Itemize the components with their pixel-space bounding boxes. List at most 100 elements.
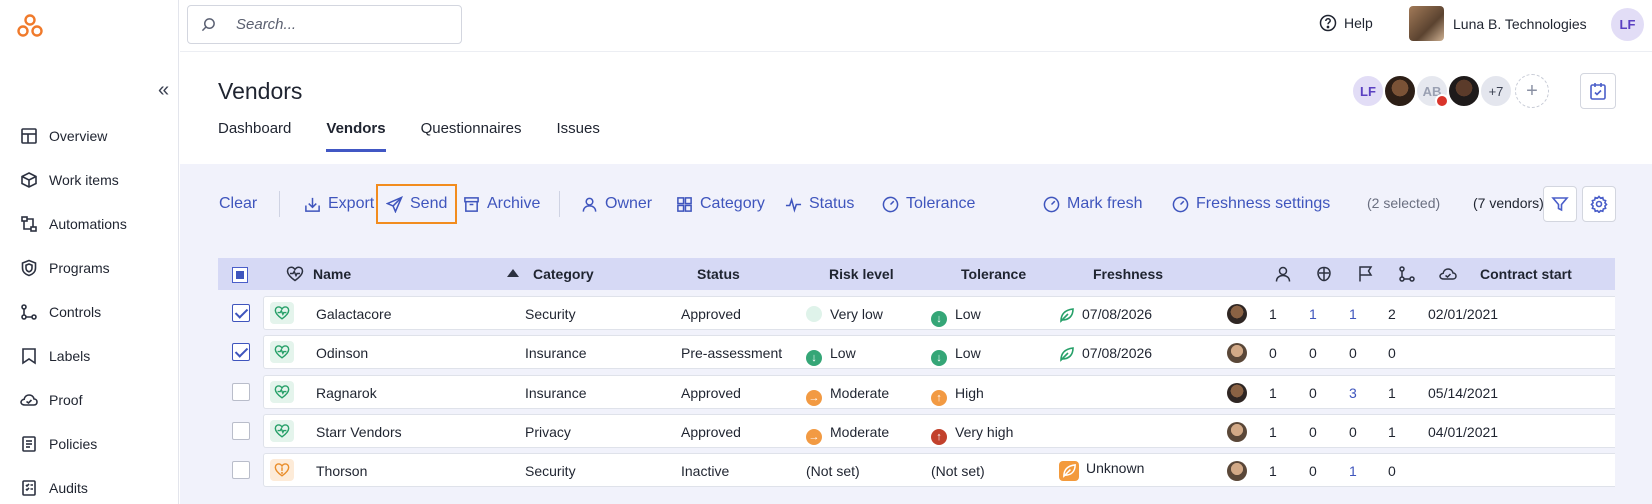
sidebar-item-overview[interactable]: Overview — [20, 114, 170, 158]
table-row[interactable]: Thorson Security Inactive (Not set) (Not… — [218, 453, 1615, 487]
status-label: Status — [809, 195, 855, 212]
sidebar-item-automations[interactable]: Automations — [20, 202, 170, 246]
issue-count: 0 — [1309, 463, 1317, 479]
row-body[interactable]: Thorson Security Inactive (Not set) (Not… — [263, 453, 1615, 487]
row-body[interactable]: Odinson Insurance Pre-assessment ↓ Low ↓ L… — [263, 335, 1615, 369]
export-button[interactable]: Export — [304, 184, 374, 224]
risk-very-low-icon — [806, 306, 822, 322]
collapse-sidebar-button[interactable]: « — [158, 80, 169, 100]
freshness-settings-button[interactable]: Freshness settings — [1172, 184, 1330, 224]
contract-start: 05/14/2021 — [1428, 385, 1499, 401]
vendor-health-icon — [270, 420, 294, 442]
avatar[interactable]: AB — [1415, 74, 1449, 108]
clear-button[interactable]: Clear — [219, 184, 257, 224]
vendor-name[interactable]: Odinson — [316, 345, 368, 361]
questionnaire-count: 0 — [1269, 345, 1277, 361]
column-header-risk-level[interactable]: Risk level — [829, 266, 894, 282]
vendor-name[interactable]: Galactacore — [316, 306, 391, 322]
sidebar-item-label: Labels — [49, 348, 91, 364]
vendor-name[interactable]: Starr Vendors — [316, 424, 402, 440]
vendor-name[interactable]: Thorson — [316, 463, 367, 479]
avatar[interactable] — [1447, 74, 1481, 108]
owner-button[interactable]: Owner — [581, 184, 652, 224]
row-checkbox[interactable] — [232, 461, 250, 479]
row-body[interactable]: Ragnarok Insurance Approved → Moderate ↑ H… — [263, 375, 1615, 409]
org-switcher[interactable]: Luna B. Technologies — [1409, 6, 1587, 41]
vendor-name[interactable]: Ragnarok — [316, 385, 377, 401]
sidebar-item-proof[interactable]: Proof — [20, 378, 170, 422]
help-icon — [1319, 14, 1337, 32]
table-row[interactable]: Starr Vendors Privacy Approved → Moderate… — [218, 414, 1615, 448]
sidebar-item-work-items[interactable]: Work items — [20, 158, 170, 202]
mark-fresh-button[interactable]: Mark fresh — [1043, 184, 1143, 224]
search-box[interactable] — [187, 5, 462, 44]
column-header-category[interactable]: Category — [533, 266, 594, 282]
issue-count[interactable]: 1 — [1309, 306, 1317, 322]
sort-ascending-icon[interactable] — [507, 269, 519, 277]
category-button[interactable]: Category — [676, 184, 765, 224]
sidebar-item-labels[interactable]: Labels — [20, 334, 170, 378]
tolerance-button[interactable]: Tolerance — [882, 184, 975, 224]
avatar[interactable]: LF — [1351, 74, 1385, 108]
control-count[interactable]: 1 — [1349, 306, 1357, 322]
row-checkbox[interactable] — [232, 304, 250, 322]
vendor-category: Insurance — [525, 345, 587, 361]
work-items-icon — [21, 172, 37, 188]
table-row[interactable]: Galactacore Security Approved Very low ↓… — [218, 296, 1615, 330]
automations-icon — [21, 216, 37, 232]
sidebar-item-programs[interactable]: Programs — [20, 246, 170, 290]
tab-vendors[interactable]: Vendors — [326, 120, 386, 152]
column-header-status[interactable]: Status — [697, 266, 740, 282]
sidebar-item-label: Audits — [49, 480, 88, 496]
owner-avatar[interactable] — [1227, 343, 1247, 363]
control-count[interactable]: 3 — [1349, 385, 1357, 401]
freshness-date: 07/08/2026 — [1082, 345, 1153, 361]
table-row[interactable]: Ragnarok Insurance Approved → Moderate ↑ H… — [218, 375, 1615, 409]
task-calendar-button[interactable] — [1580, 73, 1616, 109]
more-avatars-button[interactable]: +7 — [1479, 74, 1513, 108]
sidebar-item-audits[interactable]: Audits — [20, 466, 170, 504]
filter-button[interactable] — [1543, 186, 1577, 222]
column-header-name[interactable]: Name — [313, 266, 351, 282]
row-checkbox[interactable] — [232, 383, 250, 401]
vendor-status: Approved — [681, 424, 741, 440]
table-row[interactable]: Odinson Insurance Pre-assessment ↓ Low ↓ L… — [218, 335, 1615, 369]
proof-count: 0 — [1388, 345, 1396, 361]
gear-icon — [1590, 195, 1608, 213]
column-header-freshness[interactable]: Freshness — [1093, 266, 1163, 282]
leaf-icon — [1059, 307, 1075, 326]
search-input[interactable] — [236, 16, 436, 33]
table-settings-button[interactable] — [1582, 186, 1616, 222]
column-header-tolerance[interactable]: Tolerance — [961, 266, 1026, 282]
add-collaborator-button[interactable]: + — [1515, 74, 1549, 108]
control-count[interactable]: 1 — [1349, 463, 1357, 479]
policies-icon — [22, 436, 36, 452]
app-logo-icon[interactable] — [16, 13, 44, 41]
send-button[interactable]: Send — [376, 184, 458, 224]
avatar[interactable] — [1383, 74, 1417, 108]
status-button[interactable]: Status — [785, 184, 854, 224]
tab-issues[interactable]: Issues — [556, 120, 599, 152]
tab-dashboard[interactable]: Dashboard — [218, 120, 291, 152]
help-link[interactable]: Help — [1319, 14, 1373, 32]
tolerance-label: Very high — [955, 424, 1014, 440]
row-body[interactable]: Galactacore Security Approved Very low ↓… — [263, 296, 1615, 330]
owner-avatar[interactable] — [1227, 422, 1247, 442]
row-body[interactable]: Starr Vendors Privacy Approved → Moderate… — [263, 414, 1615, 448]
sidebar-item-controls[interactable]: Controls — [20, 290, 170, 334]
vendor-status: Pre-assessment — [681, 345, 783, 361]
select-all-checkbox[interactable] — [232, 267, 248, 283]
vendor-status: Inactive — [681, 463, 730, 479]
sidebar-item-policies[interactable]: Policies — [20, 422, 170, 466]
freshness: 07/08/2026 — [1059, 306, 1152, 326]
archive-button[interactable]: Archive — [463, 184, 540, 224]
row-checkbox[interactable] — [232, 343, 250, 361]
row-checkbox[interactable] — [232, 422, 250, 440]
owner-avatar[interactable] — [1227, 304, 1247, 324]
tab-questionnaires[interactable]: Questionnaires — [421, 120, 522, 152]
owner-avatar[interactable] — [1227, 383, 1247, 403]
column-header-contract-start[interactable]: Contract start — [1480, 266, 1572, 282]
user-avatar[interactable]: LF — [1611, 8, 1644, 41]
owner-avatar[interactable] — [1227, 461, 1247, 481]
sidebar-item-label: Work items — [49, 172, 119, 188]
